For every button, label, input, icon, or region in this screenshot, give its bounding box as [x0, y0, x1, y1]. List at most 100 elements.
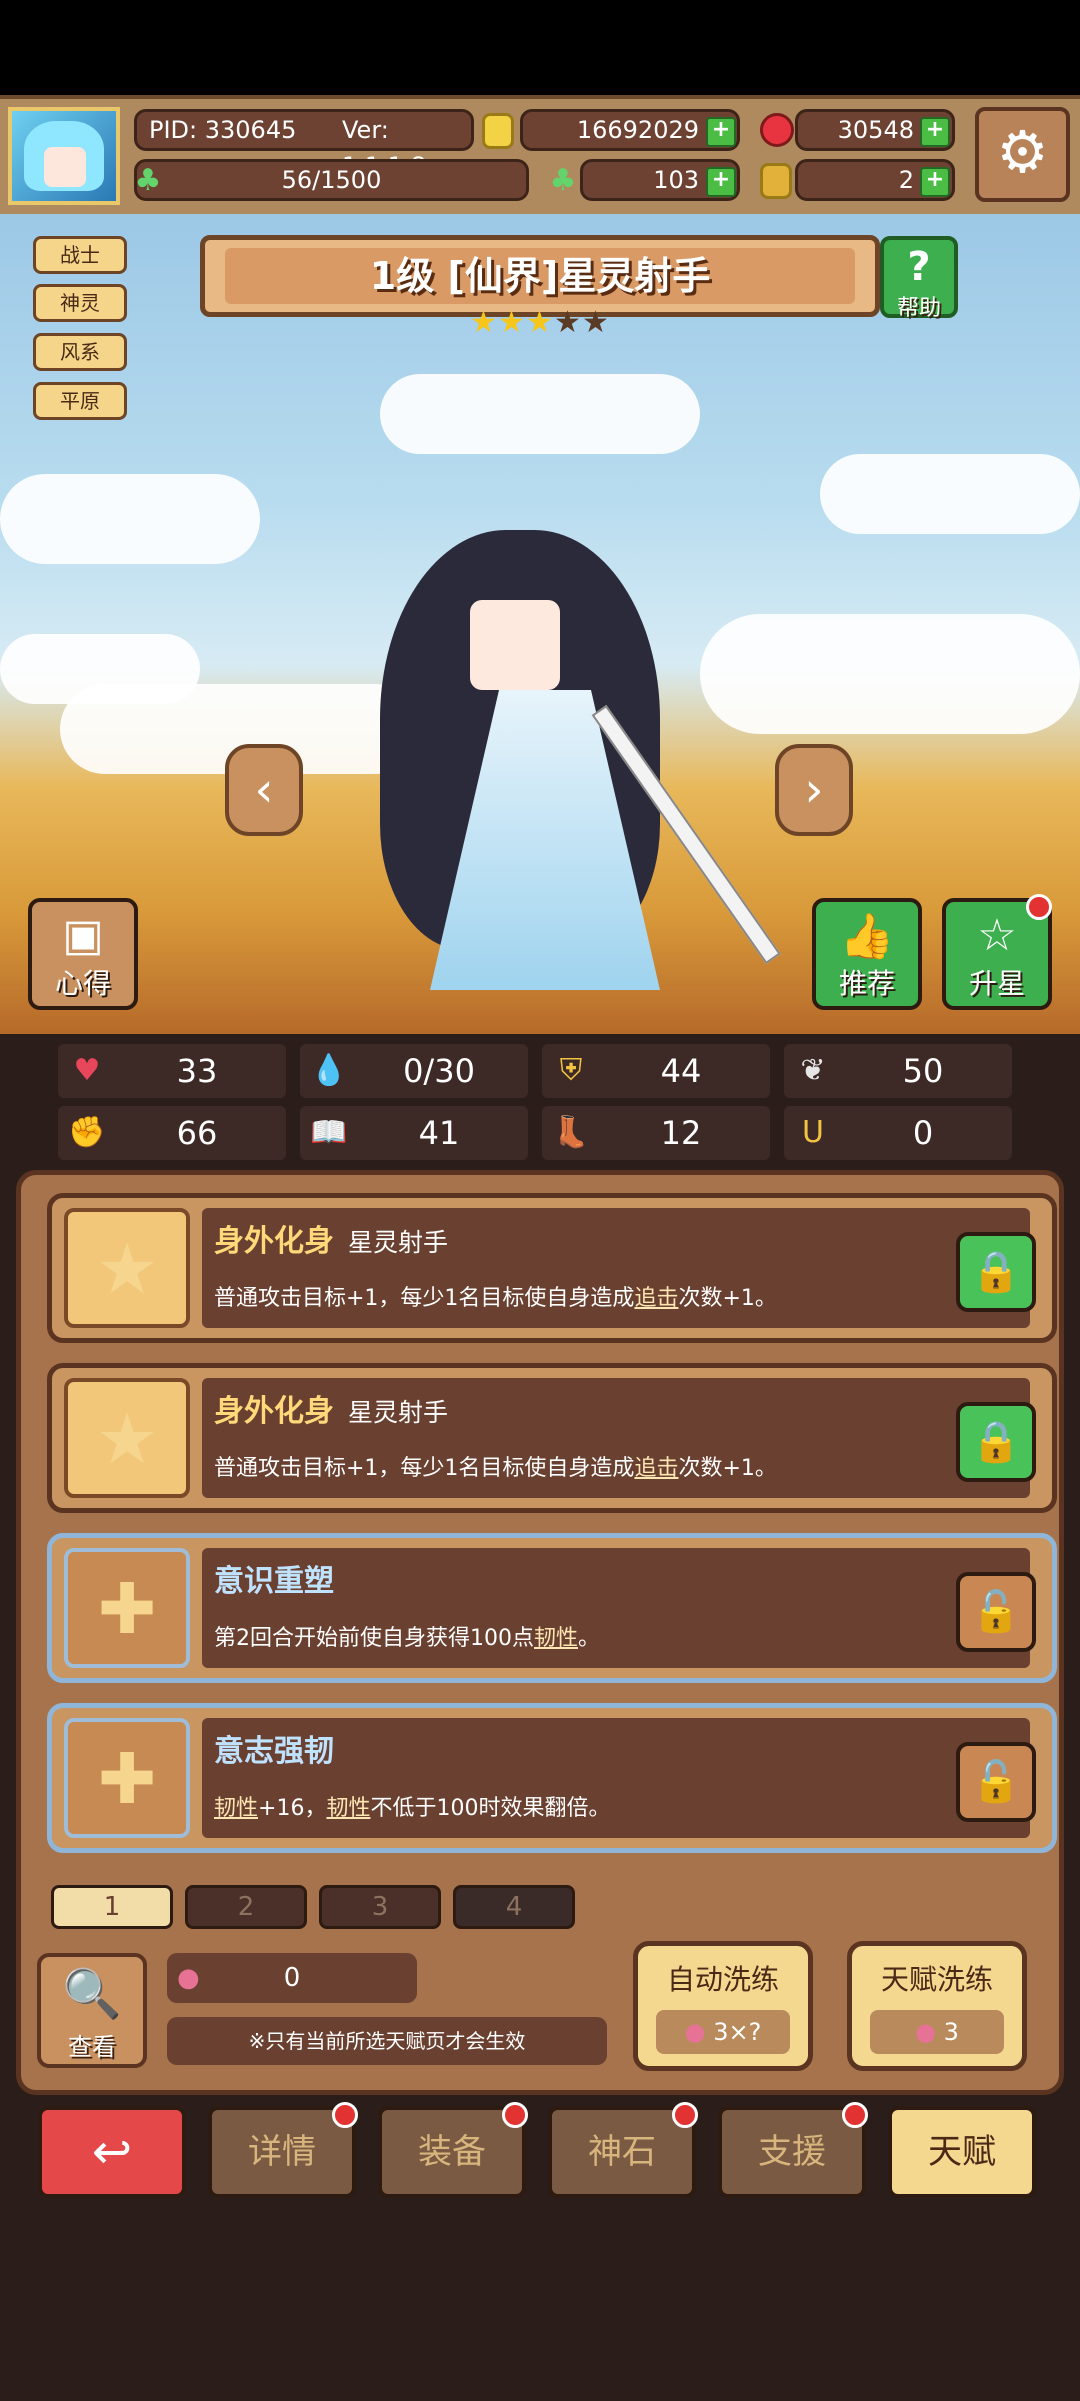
settings-button[interactable]: ⚙: [975, 107, 1070, 202]
talent-description: 第2回合开始前使自身获得100点韧性。: [214, 1620, 600, 1652]
talent-description: 普通攻击目标+1，每少1名目标使自身造成追击次数+1。: [214, 1280, 777, 1312]
keyword-link[interactable]: 韧性: [534, 1626, 578, 1651]
refine-controls: 🔍 查看 ● 0 ※只有当前所选天赋页才会生效 自动洗练 ● 3×? 天赋洗练 …: [21, 1935, 1059, 2090]
talent-name: 身外化身 星灵射手: [214, 1386, 448, 1430]
lock-icon: 🔒: [971, 1249, 1021, 1295]
lock-button[interactable]: 🔒: [956, 1402, 1036, 1482]
gem-value: 30548: [837, 116, 914, 144]
add-gem-button[interactable]: +: [920, 117, 950, 147]
help-button[interactable]: ? 帮助: [880, 236, 958, 321]
exp-clover-icon: ♣: [134, 163, 162, 198]
nav-talent[interactable]: 天赋: [888, 2106, 1036, 2198]
talent-panel: ★ 身外化身 星灵射手 普通攻击目标+1，每少1名目标使自身造成追击次数+1。 🔒…: [16, 1170, 1064, 2095]
talent-refine-cost: ● 3: [870, 2010, 1004, 2054]
exp-value: 56/1500: [281, 166, 382, 194]
exp-bar: 56/1500: [134, 159, 529, 201]
unlock-icon: 🔓: [971, 1589, 1021, 1635]
keyword-link[interactable]: 韧性: [214, 1796, 258, 1821]
stat-attack: ✊ 66: [58, 1106, 286, 1160]
stat-luck: Ս 0: [784, 1106, 1012, 1160]
arrow-left-icon: ‹: [254, 762, 274, 818]
auto-refine-cost: ● 3×?: [656, 2010, 790, 2054]
stat-magic: 📖 41: [300, 1106, 528, 1160]
bottom-nav: ↩ 详情 装备 神石 支援 天赋: [0, 2098, 1080, 2401]
droplet-icon: 💧: [310, 1053, 348, 1088]
page-tab-2[interactable]: 2: [185, 1885, 307, 1929]
magnifier-icon: 🔍: [62, 1966, 122, 2022]
talent-slot-1[interactable]: ★ 身外化身 星灵射手 普通攻击目标+1，每少1名目标使自身造成追击次数+1。 🔒: [47, 1193, 1057, 1343]
avatar-face: [44, 147, 86, 187]
star-empty-icon: ★: [582, 305, 609, 340]
talent-content: 意识重塑 第2回合开始前使自身获得100点韧性。: [202, 1548, 1030, 1668]
hero-sprite: [340, 510, 781, 1050]
player-avatar[interactable]: [8, 107, 120, 205]
gear-icon: ⚙: [996, 118, 1049, 186]
talent-slot-2[interactable]: ★ 身外化身 星灵射手 普通攻击目标+1，每少1名目标使自身造成追击次数+1。 🔒: [47, 1363, 1057, 1513]
fruit-icon: ●: [915, 2018, 937, 2046]
talent-refine-button[interactable]: 天赋洗练 ● 3: [847, 1941, 1027, 2071]
stat-value: 12: [660, 1114, 702, 1152]
add-key-button[interactable]: +: [920, 167, 950, 197]
next-hero-button[interactable]: ›: [775, 744, 853, 836]
talent-icon-box: ✚: [64, 1548, 190, 1668]
recommend-label: 推荐: [838, 967, 895, 1000]
question-icon: ?: [907, 244, 931, 290]
scroll-icon: ▣: [62, 910, 104, 961]
prev-hero-button[interactable]: ‹: [225, 744, 303, 836]
stat-value: 0: [912, 1114, 934, 1152]
talent-name: 意志强韧: [214, 1726, 334, 1770]
desc-text: 。: [578, 1626, 601, 1651]
desc-text: +16，: [258, 1796, 327, 1821]
page-note: ※只有当前所选天赋页才会生效: [167, 2017, 607, 2065]
talent-content: 身外化身 星灵射手 普通攻击目标+1，每少1名目标使自身造成追击次数+1。: [202, 1208, 1030, 1328]
wing-icon: ❦: [800, 1053, 826, 1088]
back-button[interactable]: ↩: [38, 2106, 186, 2198]
insight-button[interactable]: ▣ 心得: [28, 898, 138, 1010]
desc-text: 普通攻击目标+1，每少1名目标使自身造成: [214, 1456, 635, 1481]
shield-icon: ⛨: [559, 1053, 583, 1088]
stat-mana: 💧 0/30: [300, 1044, 528, 1098]
key-icon: [760, 163, 792, 199]
tag-race: 神灵: [33, 284, 127, 322]
thumbs-up-icon: 👍: [839, 911, 895, 962]
talent-name: 意识重塑: [214, 1556, 334, 1600]
game-screen: PID: 330645 Ver: 1.1.1.8 56/1500 ♣ 16692…: [0, 0, 1080, 2401]
notification-dot: [1026, 894, 1052, 920]
cross-badge-icon: ✚: [97, 1738, 157, 1820]
lock-button[interactable]: 🔒: [956, 1232, 1036, 1312]
heart-icon: ♥: [73, 1053, 101, 1088]
clover-icon: ♣: [549, 163, 577, 198]
add-gold-button[interactable]: +: [706, 117, 736, 147]
stat-value: 33: [176, 1052, 218, 1090]
gold-value: 16692029: [576, 116, 699, 144]
unlock-icon: 🔓: [971, 1759, 1021, 1805]
talent-slot-3[interactable]: ✚ 意识重塑 第2回合开始前使自身获得100点韧性。 🔓: [47, 1533, 1057, 1683]
stat-value: 41: [418, 1114, 460, 1152]
desc-text: 普通攻击目标+1，每少1名目标使自身造成: [214, 1286, 635, 1311]
page-tab-1[interactable]: 1: [51, 1885, 173, 1929]
arrow-right-icon: ›: [804, 762, 824, 818]
talent-refine-label: 天赋洗练: [880, 1963, 993, 1996]
auto-refine-button[interactable]: 自动洗练 ● 3×?: [633, 1941, 813, 2071]
add-clover-button[interactable]: +: [706, 167, 736, 197]
stat-hp: ♥ 33: [58, 1044, 286, 1098]
help-label: 帮助: [896, 296, 941, 321]
view-button[interactable]: 🔍 查看: [37, 1953, 147, 2068]
unlock-button[interactable]: 🔓: [956, 1572, 1036, 1652]
page-tab-3[interactable]: 3: [319, 1885, 441, 1929]
gold-coin-icon: [482, 113, 514, 149]
recommend-button[interactable]: 👍 推荐: [812, 898, 922, 1010]
talent-name: 身外化身 星灵射手: [214, 1216, 448, 1260]
stat-value: 66: [176, 1114, 218, 1152]
keyword-link[interactable]: 追击: [634, 1456, 678, 1481]
page-tab-4[interactable]: 4: [453, 1885, 575, 1929]
stat-value: 0/30: [403, 1052, 475, 1090]
cloud: [380, 374, 700, 454]
keyword-link[interactable]: 韧性: [326, 1796, 370, 1821]
star-badge-icon: ★: [95, 1228, 159, 1310]
stat-value: 44: [660, 1052, 702, 1090]
unlock-button[interactable]: 🔓: [956, 1742, 1036, 1822]
keyword-link[interactable]: 追击: [634, 1286, 678, 1311]
stat-value: 50: [902, 1052, 944, 1090]
talent-slot-4[interactable]: ✚ 意志强韧 韧性+16，韧性不低于100时效果翻倍。 🔓: [47, 1703, 1057, 1853]
